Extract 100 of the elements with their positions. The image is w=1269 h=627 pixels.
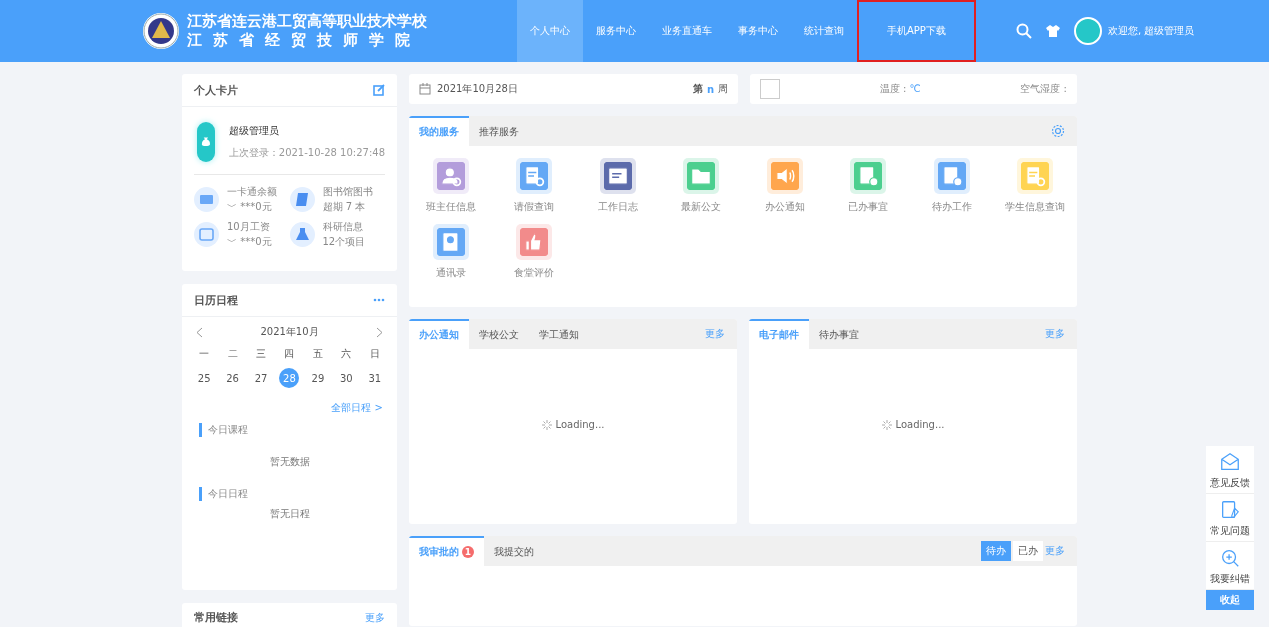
book-icon	[289, 187, 315, 212]
more-dots-icon[interactable]	[373, 298, 385, 302]
card-title: 常用链接	[194, 610, 238, 625]
service-item[interactable]: 最新公文	[659, 158, 743, 214]
loading-text: Loading...	[895, 419, 945, 430]
nav-tab[interactable]: 服务中心	[583, 0, 649, 62]
panel-tab[interactable]: 办公通知	[409, 319, 469, 349]
last-login-text: 上次登录：2021-10-28 10:27:48	[228, 146, 385, 160]
stat-value: ﹀ ***0元	[227, 235, 272, 249]
section-title: 今日日程	[199, 487, 397, 501]
panel-tab[interactable]: 学工通知	[529, 319, 589, 349]
welcome-text: 欢迎您, 超级管理员	[1107, 24, 1195, 38]
tshirt-icon[interactable]	[1045, 25, 1060, 37]
weekday-label: 二	[226, 347, 239, 361]
school-logo-icon	[143, 13, 179, 49]
tool-label[interactable]: 我要纠错	[1210, 572, 1250, 586]
panel-tab[interactable]: 我提交的	[484, 536, 544, 566]
wallet-icon	[194, 222, 219, 247]
weekday-label: 一	[198, 347, 211, 361]
calendar-day[interactable]: 28	[279, 368, 300, 388]
panel-tab[interactable]: 待办事宜	[809, 319, 869, 349]
filter-toggle[interactable]: 待办	[981, 541, 1011, 561]
service-item[interactable]: 通讯录	[409, 224, 493, 280]
weekday-label: 四	[283, 347, 296, 361]
temperature-label: 温度 : ℃	[879, 82, 921, 96]
more-link[interactable]: 更多	[1045, 544, 1065, 558]
tool-label[interactable]: 意见反馈	[1210, 476, 1250, 490]
stat-label: 科研信息	[322, 220, 364, 234]
stat-label: 一卡通余额	[227, 185, 277, 199]
calendar-day[interactable]: 30	[336, 368, 357, 388]
section-title: 今日课程	[199, 423, 397, 437]
collapse-button[interactable]: 收起	[1206, 590, 1254, 610]
user-avatar[interactable]	[1073, 17, 1102, 45]
week-number: n	[706, 83, 714, 95]
weekday-label: 六	[340, 347, 353, 361]
calendar-day[interactable]: 26	[222, 368, 243, 388]
edit-icon[interactable]	[373, 84, 385, 96]
stat-value: 12个项目	[322, 235, 366, 249]
stat-value: 超期 7 本	[322, 200, 367, 214]
search-icon	[1219, 547, 1241, 569]
stat-label: 图书馆图书	[322, 185, 373, 199]
nav-tab[interactable]: 个人中心	[517, 0, 583, 62]
next-month-icon[interactable]	[376, 326, 383, 338]
calendar-day[interactable]: 31	[364, 368, 385, 388]
week-suffix: 周	[718, 82, 728, 96]
humidity-label: 空气湿度 :	[1020, 82, 1067, 96]
all-schedule-link[interactable]: 全部日程 >	[182, 389, 397, 423]
filter-toggle[interactable]: 已办	[1013, 541, 1043, 561]
card-icon	[194, 187, 219, 212]
service-item[interactable]: 工作日志	[576, 158, 660, 214]
service-item[interactable]: 班主任信息	[409, 158, 493, 214]
card-title: 日历日程	[194, 292, 238, 308]
nav-tab[interactable]: 统计查询	[791, 0, 857, 62]
spinner-icon	[541, 419, 552, 430]
loading-text: Loading...	[555, 419, 605, 430]
empty-message: 暂无日程	[268, 507, 311, 521]
month-label: 2021年10月	[260, 325, 319, 339]
service-item[interactable]: 请假查询	[492, 158, 576, 214]
nav-tab[interactable]: 手机APP下载	[857, 0, 976, 62]
more-link[interactable]: 更多	[1045, 327, 1065, 341]
panel-tab[interactable]: 学校公文	[469, 319, 529, 349]
search-icon[interactable]	[1015, 23, 1032, 39]
calendar-day[interactable]: 27	[251, 368, 272, 388]
service-item[interactable]: 办公通知	[743, 158, 827, 214]
stat-value: ﹀ ***0元	[227, 200, 273, 214]
weekday-label: 日	[368, 347, 381, 361]
previous-month-icon[interactable]	[196, 326, 203, 338]
service-item[interactable]: 食堂评价	[492, 224, 576, 280]
weekday-label: 五	[311, 347, 324, 361]
more-link[interactable]: 更多	[365, 611, 385, 625]
panel-tab[interactable]: 推荐服务	[469, 116, 529, 146]
calendar-icon	[419, 83, 431, 95]
question-document-icon	[1219, 499, 1241, 521]
school-name: 江苏省连云港工贸高等职业技术学校	[187, 12, 428, 31]
panel-tab[interactable]: 我的服务	[409, 116, 469, 146]
stat-label: 10月工资	[227, 220, 271, 234]
empty-message: 暂无数据	[268, 455, 311, 469]
service-item[interactable]: 待办工作	[910, 158, 994, 214]
broken-image-icon	[760, 79, 780, 99]
weekday-label: 三	[255, 347, 268, 361]
calendar-day[interactable]: 29	[307, 368, 328, 388]
service-item[interactable]: 已办事宜	[826, 158, 910, 214]
panel-tab[interactable]: 电子邮件	[749, 319, 809, 349]
tool-label[interactable]: 常见问题	[1210, 524, 1250, 538]
school-name: 江 苏 省 经 贸 技 师 学 院	[187, 31, 415, 50]
nav-tab[interactable]: 业务直通车	[649, 0, 725, 62]
count-badge: 1	[462, 546, 474, 558]
nav-tab[interactable]: 事务中心	[725, 0, 791, 62]
week-prefix: 第	[692, 82, 703, 96]
user-name: 超级管理员	[228, 124, 280, 138]
more-link[interactable]: 更多	[705, 327, 725, 341]
money-bag-avatar	[197, 122, 215, 162]
spinner-icon	[881, 419, 892, 430]
settings-icon[interactable]	[1051, 124, 1065, 138]
service-item[interactable]: 学生信息查询	[993, 158, 1077, 214]
date-text: 2021年10月28日	[437, 82, 518, 96]
panel-tab[interactable]: 我审批的 1	[409, 536, 484, 566]
card-title: 个人卡片	[194, 82, 238, 98]
flask-icon	[289, 222, 315, 247]
calendar-day[interactable]: 25	[194, 368, 215, 388]
